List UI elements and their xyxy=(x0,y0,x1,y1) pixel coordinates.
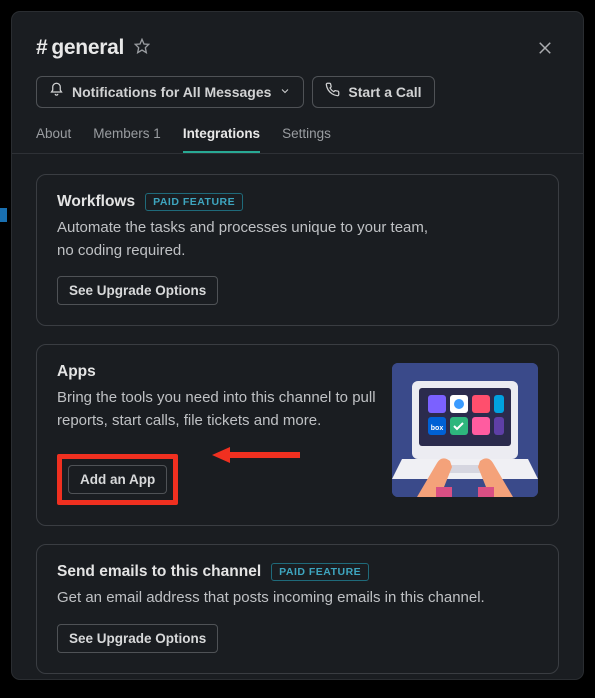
start-call-label: Start a Call xyxy=(348,82,421,102)
integrations-body: Workflows PAID FEATURE Automate the task… xyxy=(12,154,583,698)
background-accent xyxy=(0,208,7,222)
start-call-button[interactable]: Start a Call xyxy=(312,76,434,108)
modal-header: #general Notifications for All Messages xyxy=(12,12,583,108)
chevron-down-icon xyxy=(279,82,291,102)
apps-illustration: box xyxy=(392,363,538,497)
star-icon[interactable] xyxy=(134,38,150,59)
close-button[interactable] xyxy=(531,34,559,62)
highlight-annotation: Add an App xyxy=(57,454,178,505)
tab-members[interactable]: Members 1 xyxy=(93,126,161,153)
see-upgrade-options-button[interactable]: See Upgrade Options xyxy=(57,624,218,653)
notifications-button[interactable]: Notifications for All Messages xyxy=(36,76,304,108)
paid-feature-badge: PAID FEATURE xyxy=(271,563,369,581)
tab-integrations[interactable]: Integrations xyxy=(183,126,260,153)
hash-icon: # xyxy=(36,36,47,60)
tab-settings[interactable]: Settings xyxy=(282,126,331,153)
workflows-title: Workflows xyxy=(57,193,135,211)
workflows-card: Workflows PAID FEATURE Automate the task… xyxy=(36,174,559,326)
emails-desc: Get an email address that posts incoming… xyxy=(57,587,517,610)
channel-name: general xyxy=(51,36,124,60)
paid-feature-badge: PAID FEATURE xyxy=(145,193,243,211)
tabs: About Members 1 Integrations Settings xyxy=(12,126,583,154)
tab-about[interactable]: About xyxy=(36,126,71,153)
emails-title: Send emails to this channel xyxy=(57,563,261,581)
phone-icon xyxy=(325,82,340,102)
apps-card: Apps Bring the tools you need into this … xyxy=(36,344,559,526)
workflows-desc: Automate the tasks and processes unique … xyxy=(57,217,437,262)
notifications-label: Notifications for All Messages xyxy=(72,82,271,102)
channel-title: #general xyxy=(36,36,124,60)
bell-icon xyxy=(49,82,64,102)
channel-details-modal: #general Notifications for All Messages xyxy=(12,12,583,679)
add-an-app-button[interactable]: Add an App xyxy=(68,465,167,494)
apps-title: Apps xyxy=(57,363,96,381)
emails-card: Send emails to this channel PAID FEATURE… xyxy=(36,544,559,674)
see-upgrade-options-button[interactable]: See Upgrade Options xyxy=(57,276,218,305)
svg-text:box: box xyxy=(431,425,444,432)
apps-desc: Bring the tools you need into this chann… xyxy=(57,387,380,432)
